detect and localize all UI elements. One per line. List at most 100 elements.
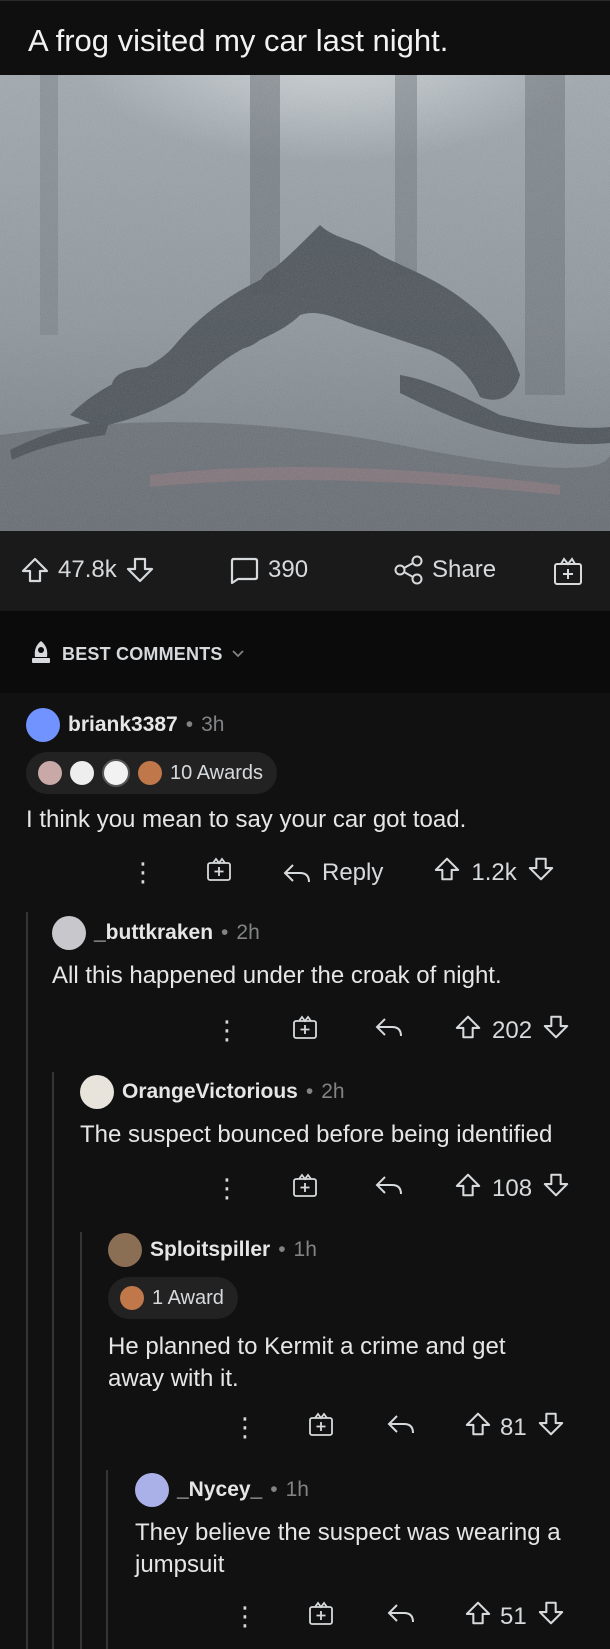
more-options-icon[interactable]: ⋮ bbox=[130, 857, 156, 888]
avatar[interactable] bbox=[80, 1075, 114, 1109]
separator-dot: • bbox=[185, 713, 194, 736]
comment-username[interactable]: OrangeVictorious bbox=[122, 1080, 298, 1104]
comment-body: All this happened under the croak of nig… bbox=[52, 962, 502, 989]
sort-label: BEST COMMENTS bbox=[62, 644, 223, 664]
comment: Sploitspiller • 1h 1 Award He planned to… bbox=[108, 1233, 558, 1395]
comment-score: 1.2k bbox=[471, 858, 517, 886]
comments-count: 390 bbox=[268, 556, 309, 583]
reply-label: Reply bbox=[322, 858, 384, 886]
chevron-down-icon bbox=[231, 644, 245, 665]
gift-icon[interactable] bbox=[206, 856, 232, 889]
downvote-icon[interactable] bbox=[125, 555, 155, 585]
gift-icon[interactable] bbox=[308, 1600, 334, 1633]
comment-actions: ⋮ 81 bbox=[232, 1410, 565, 1445]
comment-time: 1h bbox=[285, 1478, 309, 1501]
awards-pill[interactable]: 1 Award bbox=[108, 1277, 238, 1319]
comment-header: Sploitspiller • 1h bbox=[108, 1233, 558, 1267]
thread-line[interactable] bbox=[26, 912, 28, 1649]
upvote-icon[interactable] bbox=[464, 1410, 492, 1445]
comment-sort-dropdown[interactable]: BEST COMMENTS bbox=[28, 639, 245, 670]
upvote-icon[interactable] bbox=[454, 1171, 482, 1206]
comment-actions: ⋮ Reply 1.2k bbox=[130, 855, 555, 890]
comment-header: _Nycey_ • 1h bbox=[135, 1473, 605, 1507]
comment-username[interactable]: _buttkraken bbox=[94, 921, 213, 945]
post-title: A frog visited my car last night. bbox=[28, 23, 449, 58]
downvote-icon[interactable] bbox=[537, 1599, 565, 1634]
comment: OrangeVictorious • 2h The suspect bounce… bbox=[80, 1075, 605, 1151]
more-options-icon[interactable]: ⋮ bbox=[232, 1412, 258, 1443]
separator-dot: • bbox=[278, 1238, 286, 1261]
gift-icon bbox=[552, 555, 584, 587]
post-vote-count: 47.8k bbox=[58, 556, 117, 583]
comment-actions: ⋮ 51 bbox=[232, 1599, 565, 1634]
avatar[interactable] bbox=[52, 916, 86, 950]
award-icon bbox=[70, 761, 94, 785]
comment-username[interactable]: _Nycey_ bbox=[177, 1478, 262, 1502]
gift-icon[interactable] bbox=[292, 1172, 318, 1205]
upvote-icon[interactable] bbox=[464, 1599, 492, 1634]
comment: _Nycey_ • 1h They believe the suspect wa… bbox=[135, 1473, 605, 1581]
comment-score: 202 bbox=[492, 1016, 533, 1044]
more-options-icon[interactable]: ⋮ bbox=[232, 1601, 258, 1632]
rocket-icon bbox=[28, 639, 54, 670]
comment-time: 3h bbox=[201, 713, 225, 736]
share-button[interactable]: Share bbox=[392, 555, 496, 585]
comment-body: I think you mean to say your car got toa… bbox=[26, 806, 467, 833]
award-icon bbox=[102, 759, 130, 787]
comment-username[interactable]: Sploitspiller bbox=[150, 1238, 270, 1262]
avatar[interactable] bbox=[135, 1473, 169, 1507]
separator-dot: • bbox=[221, 921, 229, 944]
comment: briank3387 • 3h 10 Awards I think you me… bbox=[26, 708, 596, 836]
more-options-icon[interactable]: ⋮ bbox=[214, 1015, 240, 1046]
reply-icon[interactable] bbox=[386, 1413, 416, 1442]
comment-username[interactable]: briank3387 bbox=[68, 713, 178, 737]
comment-body: They believe the suspect was wearing a j… bbox=[135, 1519, 561, 1578]
awards-count: 1 Award bbox=[152, 1286, 224, 1309]
comment-icon bbox=[228, 555, 260, 585]
thread-line[interactable] bbox=[106, 1470, 108, 1649]
downvote-icon[interactable] bbox=[537, 1410, 565, 1445]
downvote-icon[interactable] bbox=[527, 855, 555, 890]
avatar[interactable] bbox=[108, 1233, 142, 1267]
vote-control: 47.8k bbox=[20, 555, 155, 585]
awards-pill[interactable]: 10 Awards bbox=[26, 752, 278, 794]
upvote-icon[interactable] bbox=[433, 855, 461, 890]
post-image[interactable] bbox=[0, 75, 610, 531]
comment-header: briank3387 • 3h bbox=[26, 708, 596, 742]
reply-icon[interactable] bbox=[374, 1016, 404, 1045]
comments-button[interactable]: 390 bbox=[228, 555, 308, 585]
more-options-icon[interactable]: ⋮ bbox=[214, 1173, 240, 1204]
share-icon bbox=[392, 555, 424, 585]
awards-count: 10 Awards bbox=[170, 761, 264, 784]
comment-actions: ⋮ 108 bbox=[214, 1171, 570, 1206]
reply-icon[interactable] bbox=[386, 1602, 416, 1631]
comment-score: 108 bbox=[492, 1174, 533, 1202]
gift-icon[interactable] bbox=[292, 1014, 318, 1047]
upvote-icon[interactable] bbox=[454, 1013, 482, 1048]
comment-score: 81 bbox=[500, 1413, 527, 1441]
separator-dot: • bbox=[305, 1080, 314, 1103]
reply-icon[interactable] bbox=[374, 1174, 404, 1203]
downvote-icon[interactable] bbox=[542, 1013, 570, 1048]
downvote-icon[interactable] bbox=[542, 1171, 570, 1206]
comment-sort-bar: BEST COMMENTS bbox=[0, 611, 610, 693]
post-title-bar: A frog visited my car last night. bbox=[0, 0, 610, 76]
comment-body: He planned to Kermit a crime and get awa… bbox=[108, 1333, 506, 1392]
award-icon bbox=[138, 761, 162, 785]
reply-icon bbox=[283, 863, 310, 882]
comment-body: The suspect bounced before being identif… bbox=[80, 1121, 553, 1148]
award-icon bbox=[38, 761, 62, 785]
award-icon bbox=[120, 1286, 144, 1310]
upvote-icon[interactable] bbox=[20, 555, 50, 585]
thread-line[interactable] bbox=[80, 1232, 82, 1649]
thread-line[interactable] bbox=[52, 1072, 54, 1649]
gift-icon[interactable] bbox=[308, 1411, 334, 1444]
comment-time: 2h bbox=[236, 921, 260, 944]
avatar[interactable] bbox=[26, 708, 60, 742]
comment-time: 1h bbox=[293, 1238, 317, 1261]
post-action-bar: 47.8k 390 Share bbox=[0, 531, 610, 611]
separator-dot: • bbox=[270, 1478, 278, 1501]
comment-time: 2h bbox=[321, 1080, 345, 1103]
award-button[interactable] bbox=[552, 555, 584, 587]
reply-button[interactable]: Reply bbox=[282, 859, 383, 887]
